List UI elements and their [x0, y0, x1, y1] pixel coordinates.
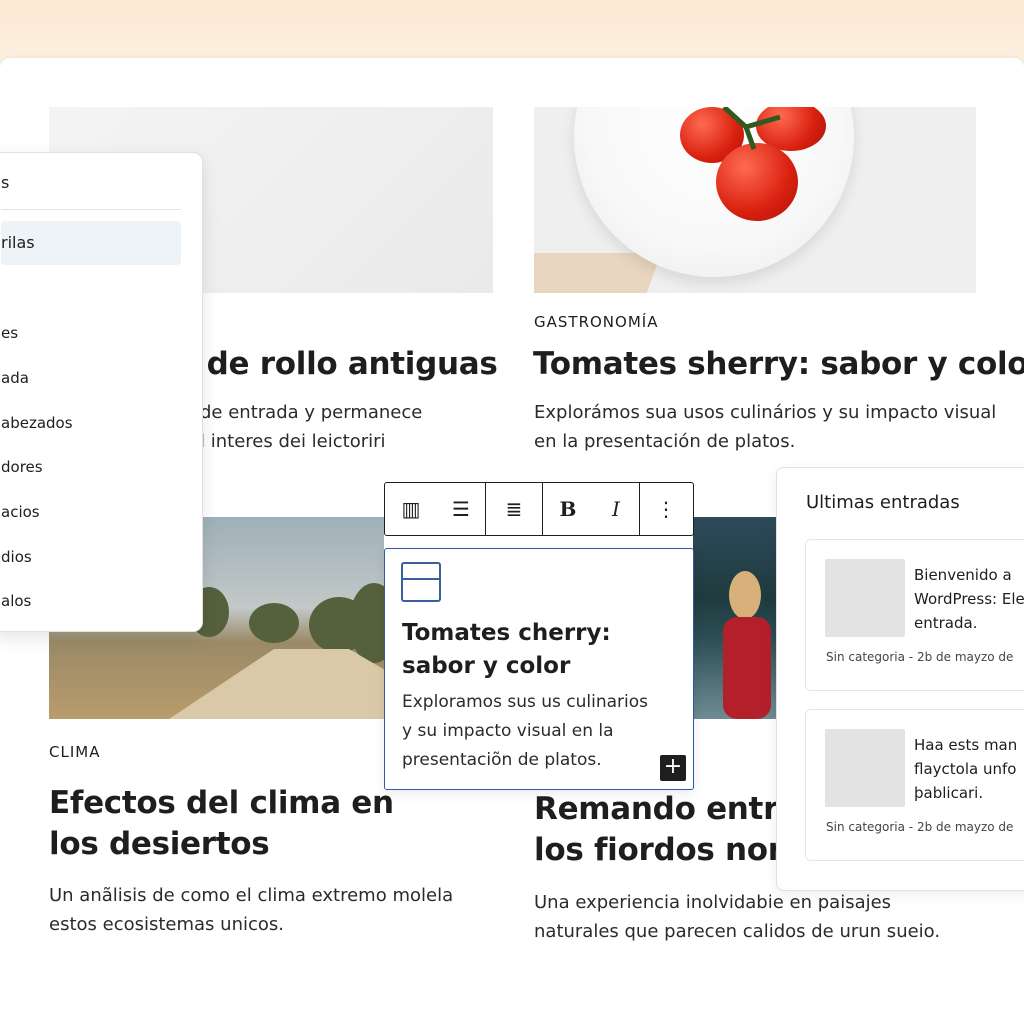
styles-popover: s rilas es ada abezados dores acios dios…: [0, 152, 203, 632]
popover-item[interactable]: es: [1, 324, 18, 342]
selected-block[interactable]: Tomates cherry: sabor y color Exploramos…: [384, 548, 694, 790]
person-illustration: [723, 571, 771, 719]
popover-item[interactable]: dores: [1, 458, 43, 476]
bold-button[interactable]: B: [543, 483, 593, 535]
post-excerpt: de entrada y permanece l interes dei lei…: [200, 402, 423, 452]
latest-posts-widget: Ultimas entradas Bienvenido a WordPress:…: [776, 467, 1024, 891]
post-thumbnail: [825, 559, 905, 637]
divider: [1, 209, 181, 210]
italic-button[interactable]: I: [593, 483, 639, 535]
post-excerpt: Una experiencia inolvidabie en paisajes …: [534, 892, 941, 942]
more-options-icon[interactable]: ⋮: [640, 483, 692, 535]
justify-icon[interactable]: ≣: [486, 483, 542, 535]
post-category: CLIMA: [49, 743, 101, 761]
post-title[interactable]: Remando entr los fiordos nor: [534, 789, 783, 871]
latest-post-item[interactable]: Haa ests man flayctola unfo þablicari. S…: [805, 709, 1024, 861]
popover-header: s: [1, 173, 10, 192]
block-toolbar: ▥ ☰ ≣ B I ⋮: [384, 482, 694, 536]
popover-item-selected[interactable]: rilas: [1, 221, 181, 265]
block-text[interactable]: Exploramos sus us culinarios y su impact…: [402, 688, 682, 775]
latest-post-title[interactable]: Haa ests man flayctola unfo þablicari.: [914, 733, 1024, 805]
vine-illustration: [722, 107, 781, 150]
popover-item[interactable]: acios: [1, 503, 40, 521]
post-title[interactable]: Efectos del clima en los desiertos: [49, 783, 394, 865]
add-block-button[interactable]: +: [660, 755, 686, 781]
post-excerpt: Un anãlisis de como el clima extremo mol…: [49, 885, 454, 935]
popover-item[interactable]: ada: [1, 369, 29, 387]
latest-post-item[interactable]: Bienvenido a WordPress: Ele entrada. Sin…: [805, 539, 1024, 691]
latest-post-title[interactable]: Bienvenido a WordPress: Ele entrada.: [914, 563, 1024, 635]
columns-icon[interactable]: ▥: [385, 483, 437, 535]
popover-item[interactable]: dios: [1, 548, 32, 566]
widget-title: Ultimas entradas: [806, 492, 960, 513]
align-icon[interactable]: ☰: [437, 483, 485, 535]
post-image-tomatoes[interactable]: [534, 107, 976, 293]
post-category: GASTRONOMÍA: [534, 313, 659, 331]
toolbar-group-layout: ▥ ☰: [385, 483, 486, 535]
toolbar-group-more: ⋮: [640, 483, 692, 535]
post-title[interactable]: Tomates sherry: sabor y color: [533, 344, 1024, 385]
post-thumbnail: [825, 729, 905, 807]
block-type-icon: [401, 562, 441, 602]
toolbar-group-format: B I: [543, 483, 640, 535]
latest-post-meta: Sin categoria - 2b de mayzo de: [826, 650, 1014, 664]
block-title[interactable]: Tomates cherry: sabor y color: [402, 617, 682, 683]
post-title[interactable]: s de rollo antiguas: [178, 344, 498, 385]
popover-item[interactable]: abezados: [1, 414, 73, 432]
popover-item[interactable]: alos: [1, 592, 31, 610]
latest-post-meta: Sin categoria - 2b de mayzo de: [826, 820, 1014, 834]
post-excerpt: Explorámos sua usos culinários y su impa…: [534, 402, 997, 452]
toolbar-group-justify: ≣: [486, 483, 543, 535]
post-image-fjords[interactable]: [693, 517, 776, 719]
